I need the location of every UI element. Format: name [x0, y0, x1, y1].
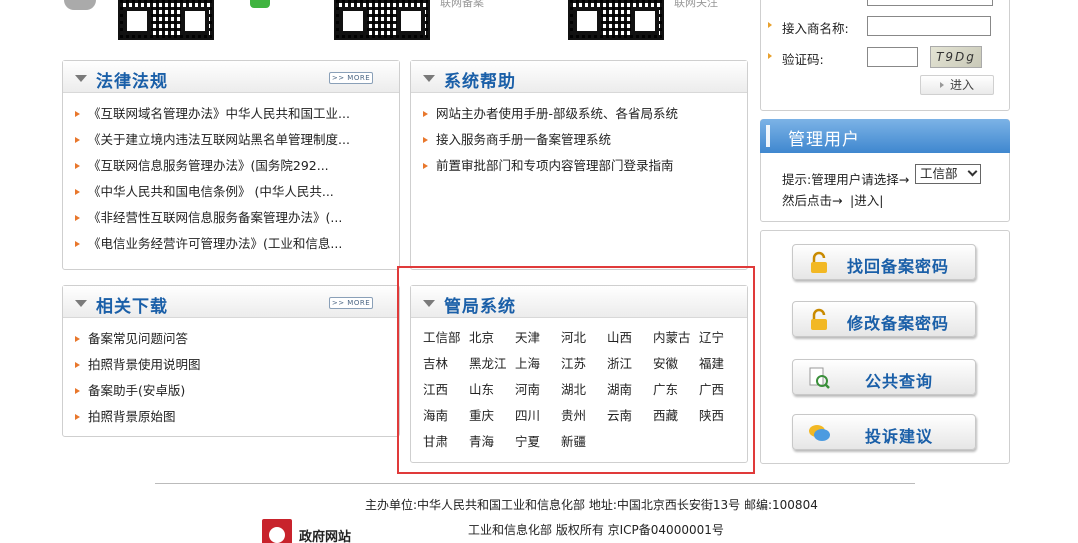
help-list: 网站主办者使用手册-部级系统、各省局系统 接入服务商手册一备案管理系统 前置审批… — [411, 93, 747, 181]
arrow-bullet-icon — [75, 189, 80, 195]
arrow-bullet-icon — [75, 215, 80, 221]
downloads-panel: 相关下载 >> MORE 备案常见问题问答 拍照背景使用说明图 备案助手(安卓版… — [62, 285, 400, 437]
arrow-bullet-icon — [75, 137, 80, 143]
collapse-triangle-icon — [75, 300, 87, 307]
collapse-triangle-icon — [423, 75, 435, 82]
change-password-button[interactable]: 修改备案密码 — [792, 301, 976, 337]
list-item[interactable]: 前置审批部门和专项内容管理部门登录指南 — [421, 155, 747, 181]
help-title: 系统帮助 — [444, 72, 516, 92]
captcha-label: 验证码: — [782, 52, 824, 67]
admin-then-label: 然后点击→ — [782, 193, 843, 208]
laws-list: 《互联网域名管理办法》中华人民共和国工业... 《关于建立境内违法互联网站黑名单… — [63, 93, 399, 259]
captcha-input[interactable] — [867, 47, 918, 67]
arrow-bullet-icon — [423, 163, 428, 169]
admin-hint: 提示:管理用户请选择→ — [782, 172, 910, 187]
chevron-down-icon — [967, 166, 978, 177]
bullet-icon — [768, 22, 772, 28]
footer-sponsor: 主办单位:中华人民共和国工业和信息化部 地址:中国北京西长安街13号 邮编:10… — [365, 498, 818, 512]
qr-caption-2: 联网关注 — [674, 0, 718, 9]
header-bar — [766, 125, 770, 147]
laws-title: 法律法规 — [96, 72, 168, 92]
arrow-bullet-icon — [423, 111, 428, 117]
apple-icon — [64, 0, 96, 10]
android-icon — [250, 0, 270, 8]
public-query-button[interactable]: 公共查询 — [792, 359, 976, 395]
list-item[interactable]: 备案助手(安卓版) — [73, 380, 399, 406]
downloads-header: 相关下载 >> MORE — [63, 286, 399, 318]
help-header: 系统帮助 — [411, 61, 747, 93]
footer-divider — [155, 483, 915, 484]
search-document-icon — [809, 367, 830, 389]
lock-icon — [811, 308, 827, 330]
list-item[interactable]: 《互联网信息服务管理办法》(国务院292... — [73, 155, 399, 181]
help-panel: 系统帮助 网站主办者使用手册-部级系统、各省局系统 接入服务商手册一备案管理系统… — [410, 60, 748, 270]
list-item[interactable]: 备案常见问题问答 — [73, 328, 399, 354]
admin-enter-link[interactable]: |进入| — [850, 190, 883, 209]
laws-more-button[interactable]: >> MORE — [329, 72, 373, 84]
arrow-icon — [939, 82, 944, 88]
list-item[interactable]: 拍照背景使用说明图 — [73, 354, 399, 380]
admin-header: 管理用户 — [760, 119, 1010, 153]
username-input[interactable] — [867, 0, 993, 6]
footer-copyright: 工业和信息化部 版权所有 京ICP备04000001号 — [468, 523, 724, 537]
laws-panel: 法律法规 >> MORE 《互联网域名管理办法》中华人民共和国工业... 《关于… — [62, 60, 400, 270]
highlight-box — [397, 266, 755, 474]
login-enter-button[interactable]: 进入 — [920, 75, 994, 95]
list-item[interactable]: 《互联网域名管理办法》中华人民共和国工业... — [73, 103, 399, 129]
qr-caption-1: 联网备案 — [440, 0, 484, 9]
qr-code-wechat — [568, 0, 664, 40]
bureau-select[interactable]: 工信部 — [915, 164, 981, 184]
qr-code-ios — [118, 0, 214, 40]
list-item[interactable]: 《中华人民共和国电信条例》 (中华人民共... — [73, 181, 399, 207]
recover-password-button[interactable]: 找回备案密码 — [792, 244, 976, 280]
arrow-bullet-icon — [423, 137, 428, 143]
arrow-bullet-icon — [75, 336, 80, 342]
gov-site-logo-icon[interactable] — [262, 519, 292, 543]
access-name-input[interactable] — [867, 16, 991, 36]
list-item[interactable]: 《关于建立境内违法互联网站黑名单管理制度... — [73, 129, 399, 155]
list-item[interactable]: 《电信业务经营许可管理办法》(工业和信息... — [73, 233, 399, 259]
arrow-bullet-icon — [75, 111, 80, 117]
list-item[interactable]: 《非经营性互联网信息服务备案管理办法》(... — [73, 207, 399, 233]
downloads-list: 备案常见问题问答 拍照背景使用说明图 备案助手(安卓版) 拍照背景原始图 — [63, 318, 399, 432]
bullet-icon — [768, 53, 772, 59]
list-item[interactable]: 拍照背景原始图 — [73, 406, 399, 432]
arrow-bullet-icon — [75, 414, 80, 420]
list-item[interactable]: 接入服务商手册一备案管理系统 — [421, 129, 747, 155]
gov-site-label[interactable]: 政府网站 — [299, 526, 351, 543]
laws-header: 法律法规 >> MORE — [63, 61, 399, 93]
access-name-label: 接入商名称: — [782, 21, 849, 36]
qr-code-android — [334, 0, 430, 40]
arrow-bullet-icon — [75, 241, 80, 247]
downloads-title: 相关下载 — [96, 297, 168, 317]
arrow-bullet-icon — [75, 362, 80, 368]
downloads-more-button[interactable]: >> MORE — [329, 297, 373, 309]
arrow-bullet-icon — [75, 388, 80, 394]
admin-title: 管理用户 — [788, 130, 860, 150]
complaint-button[interactable]: 投诉建议 — [792, 414, 976, 450]
lock-icon — [811, 251, 827, 273]
arrow-bullet-icon — [75, 163, 80, 169]
list-item[interactable]: 网站主办者使用手册-部级系统、各省局系统 — [421, 103, 747, 129]
collapse-triangle-icon — [75, 75, 87, 82]
captcha-image[interactable]: T9Dg — [930, 46, 982, 68]
chat-bubble-icon — [809, 425, 830, 441]
